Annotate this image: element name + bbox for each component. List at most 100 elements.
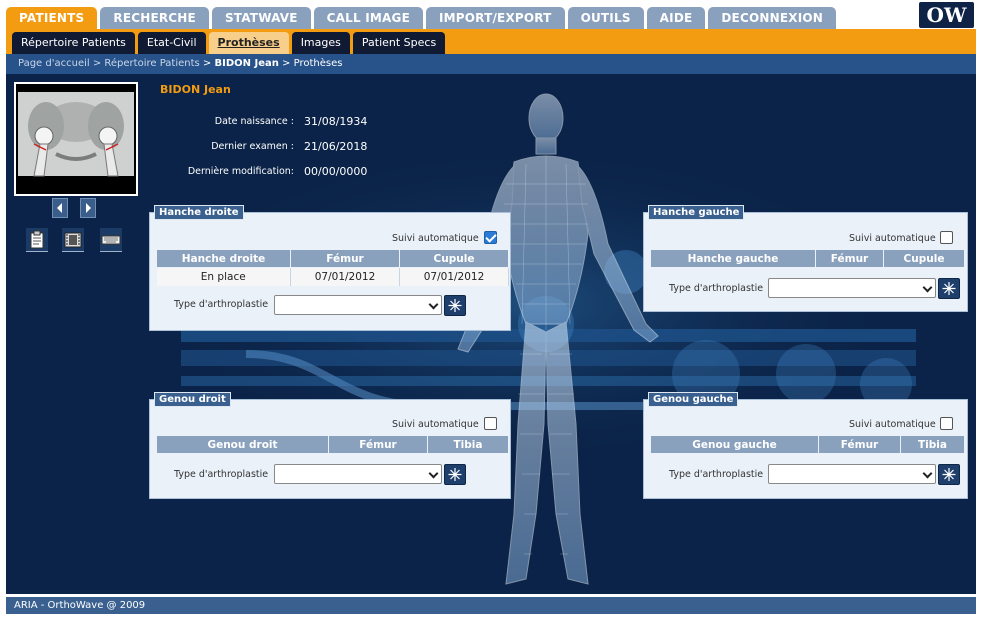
suivi-automatique-label: Suivi automatique — [392, 419, 479, 430]
next-image-button[interactable] — [80, 198, 96, 218]
sparkle-icon — [448, 468, 462, 481]
triangle-right-icon — [86, 203, 91, 213]
tab-import-export[interactable]: IMPORT/EXPORT — [425, 7, 565, 29]
birth-date-label: Date naissance : — [214, 116, 294, 127]
breadcrumb-directory[interactable]: Répertoire Patients — [104, 58, 199, 69]
film-icon — [64, 232, 82, 248]
breadcrumb-separator: > — [278, 58, 294, 69]
keyboard-button[interactable] — [100, 228, 122, 252]
type-arthroplastie-select[interactable] — [768, 278, 936, 298]
sparkle-icon — [942, 468, 956, 481]
previous-image-button[interactable] — [52, 198, 68, 218]
table-header-row: Hanche droite Fémur Cupule — [156, 249, 509, 268]
main-content: BIDON Jean Date naissance : 31/08/1934 D… — [6, 74, 976, 594]
app-window: { "topnav": { "tabs": ["PATIENTS", "RECH… — [0, 0, 982, 617]
column-header: Tibia — [900, 435, 965, 454]
subtab-protheses[interactable]: Prothèses — [208, 32, 289, 54]
type-arthroplastie-label: Type d'arthroplastie — [669, 469, 764, 480]
clipboard-button[interactable] — [26, 228, 48, 252]
suivi-automatique-checkbox[interactable] — [940, 417, 953, 430]
type-arthroplastie-action-button[interactable] — [444, 295, 466, 316]
breadcrumb: Page d'accueil > Répertoire Patients > B… — [6, 54, 976, 74]
column-header: Cupule — [399, 249, 509, 268]
tab-aide[interactable]: AIDE — [646, 7, 706, 29]
sub-nav-bar: Répertoire Patients Etat-Civil Prothèses… — [6, 29, 976, 54]
last-modification-label: Dernière modification: — [187, 166, 294, 177]
subtab-images[interactable]: Images — [291, 32, 350, 54]
column-header: Fémur — [328, 435, 428, 454]
subtab-repertoire-patients[interactable]: Répertoire Patients — [12, 32, 135, 54]
genou-gauche-table: Genou gauche Fémur Tibia — [650, 435, 965, 454]
film-button[interactable] — [62, 228, 84, 252]
tab-outils[interactable]: OUTILS — [567, 7, 644, 29]
column-header: Hanche gauche — [650, 249, 816, 268]
suivi-automatique-label: Suivi automatique — [849, 233, 936, 244]
type-arthroplastie-action-button[interactable] — [938, 278, 960, 299]
top-nav-bar: PATIENTS RECHERCHE STATWAVE CALL IMAGE I… — [0, 0, 982, 29]
panel-title: Hanche droite — [154, 205, 244, 220]
panel-genou-droit: Genou droit Suivi automatique Genou droi… — [149, 392, 511, 499]
hanche-droite-table: Hanche droite Fémur Cupule En place 07/0… — [156, 249, 509, 286]
sparkle-icon — [942, 282, 956, 295]
patient-name: BIDON Jean — [160, 83, 231, 96]
type-arthroplastie-select[interactable] — [768, 464, 936, 484]
last-exam-value: 21/06/2018 — [304, 140, 368, 153]
breadcrumb-separator: > — [199, 58, 215, 69]
footer-text: ARIA - OrthoWave @ 2009 — [14, 600, 146, 611]
suivi-automatique-label: Suivi automatique — [849, 419, 936, 430]
tab-deconnexion[interactable]: DECONNEXION — [708, 7, 837, 29]
column-header: Fémur — [815, 249, 884, 268]
type-arthroplastie-label: Type d'arthroplastie — [174, 299, 269, 310]
panel-hanche-gauche: Hanche gauche Suivi automatique Hanche g… — [643, 205, 968, 312]
keyboard-icon — [101, 235, 121, 245]
tab-statwave[interactable]: STATWAVE — [211, 7, 311, 29]
birth-date-value: 31/08/1934 — [304, 115, 368, 128]
body-wireframe-background — [146, 93, 916, 585]
column-header: Fémur — [290, 249, 400, 268]
xray-thumbnail[interactable] — [14, 82, 138, 196]
suivi-automatique-label: Suivi automatique — [392, 233, 479, 244]
column-header: Genou droit — [156, 435, 329, 454]
hanche-gauche-table: Hanche gauche Fémur Cupule — [650, 249, 965, 268]
table-row[interactable]: En place 07/01/2012 07/01/2012 — [156, 267, 509, 286]
triangle-left-icon — [57, 203, 62, 213]
column-header: Tibia — [427, 435, 509, 454]
sparkle-icon — [448, 299, 462, 312]
breadcrumb-home[interactable]: Page d'accueil — [18, 58, 90, 69]
type-arthroplastie-action-button[interactable] — [444, 464, 466, 485]
table-cell: En place — [156, 267, 291, 286]
logo-text: OW — [926, 3, 967, 27]
type-arthroplastie-label: Type d'arthroplastie — [669, 283, 764, 294]
suivi-automatique-checkbox[interactable] — [484, 417, 497, 430]
footer: ARIA - OrthoWave @ 2009 — [6, 597, 976, 614]
top-nav-tabs: PATIENTS RECHERCHE STATWAVE CALL IMAGE I… — [6, 7, 837, 29]
column-header: Genou gauche — [650, 435, 819, 454]
table-header-row: Hanche gauche Fémur Cupule — [650, 249, 965, 268]
suivi-automatique-checkbox[interactable] — [484, 231, 497, 244]
column-header: Hanche droite — [156, 249, 291, 268]
type-arthroplastie-action-button[interactable] — [938, 464, 960, 485]
orthowave-logo: OW — [919, 2, 974, 28]
sub-nav-tabs: Répertoire Patients Etat-Civil Prothèses… — [12, 32, 446, 54]
suivi-automatique-checkbox[interactable] — [940, 231, 953, 244]
type-arthroplastie-select[interactable] — [274, 464, 442, 484]
table-header-row: Genou gauche Fémur Tibia — [650, 435, 965, 454]
type-arthroplastie-label: Type d'arthroplastie — [174, 469, 269, 480]
panel-genou-gauche: Genou gauche Suivi automatique Genou gau… — [643, 392, 968, 499]
subtab-etat-civil[interactable]: Etat-Civil — [137, 32, 206, 54]
table-cell: 07/01/2012 — [399, 267, 509, 286]
column-header: Cupule — [883, 249, 965, 268]
tab-call-image[interactable]: CALL IMAGE — [313, 7, 423, 29]
type-arthroplastie-select[interactable] — [274, 295, 442, 315]
breadcrumb-patient: BIDON Jean — [214, 58, 279, 69]
panel-title: Hanche gauche — [648, 205, 745, 220]
tab-recherche[interactable]: RECHERCHE — [100, 7, 209, 29]
subtab-patient-specs[interactable]: Patient Specs — [352, 32, 446, 54]
last-modification-value: 00/00/0000 — [304, 165, 368, 178]
genou-droit-table: Genou droit Fémur Tibia — [156, 435, 509, 454]
panel-title: Genou droit — [154, 392, 231, 407]
breadcrumb-current-page: Prothèses — [293, 58, 343, 69]
table-header-row: Genou droit Fémur Tibia — [156, 435, 509, 454]
pelvis-xray-image — [16, 84, 136, 194]
tab-patients[interactable]: PATIENTS — [6, 7, 98, 29]
